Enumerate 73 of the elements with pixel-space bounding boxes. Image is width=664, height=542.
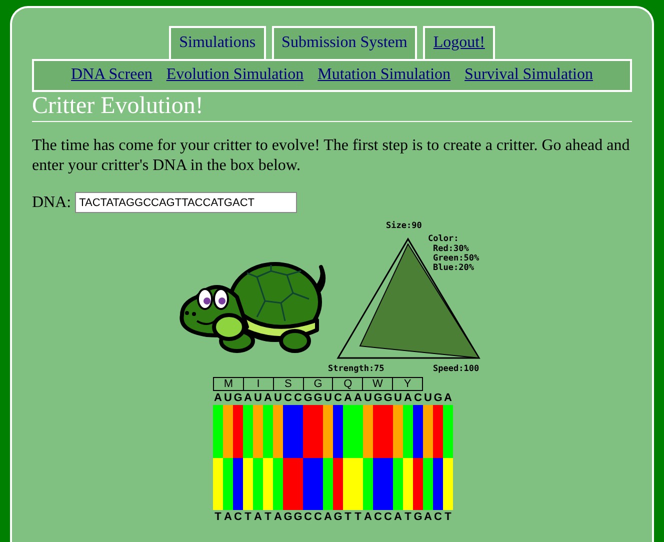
rna-base: A bbox=[343, 391, 353, 405]
rna-base: C bbox=[283, 391, 293, 405]
codon-label: W bbox=[363, 378, 394, 390]
dna-label: DNA: bbox=[32, 194, 72, 212]
rna-base: G bbox=[373, 391, 383, 405]
dna-base: C bbox=[383, 510, 393, 524]
rna-base: C bbox=[293, 391, 303, 405]
dna-base: T bbox=[214, 510, 222, 524]
subnav-link[interactable]: Survival Simulation bbox=[464, 66, 593, 84]
rna-base: G bbox=[383, 391, 393, 405]
codon-label: S bbox=[274, 378, 304, 390]
color-value: Blue:20% bbox=[433, 263, 474, 273]
rna-base: C bbox=[333, 391, 343, 405]
page-heading: Critter Evolution! bbox=[32, 92, 632, 122]
nav-tab[interactable]: Submission System bbox=[272, 26, 418, 59]
rna-base: U bbox=[393, 391, 403, 405]
dna-base: T bbox=[344, 510, 352, 524]
rna-base: U bbox=[423, 391, 433, 405]
rna-base: U bbox=[273, 391, 283, 405]
dna-base: A bbox=[253, 510, 263, 524]
dna-input-field[interactable]: TACTATAGGCCAGTTACCATGACT bbox=[75, 192, 298, 213]
rna-base: A bbox=[403, 391, 413, 405]
strength-label: Strength:75 bbox=[328, 364, 384, 373]
dna-base: G bbox=[283, 510, 293, 524]
rna-base: G bbox=[233, 391, 243, 405]
dna-base: A bbox=[393, 510, 403, 524]
rna-base: A bbox=[443, 391, 453, 405]
dna-base: T bbox=[354, 510, 362, 524]
speed-label: Speed:100 bbox=[433, 364, 480, 373]
rna-base: U bbox=[223, 391, 233, 405]
rna-base: U bbox=[253, 391, 263, 405]
codon-label: M bbox=[214, 378, 244, 390]
dna-base: A bbox=[223, 510, 233, 524]
color-value: Red:30% bbox=[433, 244, 469, 254]
logout-link[interactable]: Logout! bbox=[423, 26, 495, 59]
dna-base: C bbox=[433, 510, 443, 524]
dna-base: T bbox=[264, 510, 272, 524]
dna-base: G bbox=[333, 510, 343, 524]
rna-base: U bbox=[323, 391, 333, 405]
rna-base: A bbox=[243, 391, 253, 405]
dna-base: C bbox=[233, 510, 243, 524]
dna-base: C bbox=[303, 510, 313, 524]
dna-base: T bbox=[244, 510, 252, 524]
subnav-link[interactable]: Evolution Simulation bbox=[166, 66, 304, 84]
rna-base: G bbox=[433, 391, 443, 405]
rna-base: U bbox=[363, 391, 373, 405]
codon-label: G bbox=[304, 378, 334, 390]
dna-base: A bbox=[363, 510, 373, 524]
dna-base: T bbox=[444, 510, 452, 524]
codon-label: Q bbox=[333, 378, 364, 390]
dna-base: C bbox=[373, 510, 383, 524]
rna-base: A bbox=[263, 391, 273, 405]
subnav-link[interactable]: Mutation Simulation bbox=[318, 66, 451, 84]
codon-label: I bbox=[244, 378, 274, 390]
nav-tab[interactable]: Simulations bbox=[169, 26, 266, 59]
rna-base: C bbox=[413, 391, 423, 405]
color-value: Green:50% bbox=[433, 254, 480, 264]
codon-label: Y bbox=[402, 378, 412, 390]
color-label: Color: bbox=[428, 234, 459, 244]
dna-base: A bbox=[323, 510, 333, 524]
intro-text: The time has come for your critter to evolve! The first step is to create a critter. Go ahead and enter your critter's DNA in the box below. bbox=[32, 136, 631, 176]
rna-base: A bbox=[353, 391, 363, 405]
dna-base: T bbox=[404, 510, 412, 524]
dna-base: C bbox=[313, 510, 323, 524]
size-label: Size:90 bbox=[386, 221, 422, 231]
rna-base: G bbox=[313, 391, 323, 405]
dna-base: G bbox=[293, 510, 303, 524]
dna-base: A bbox=[273, 510, 283, 524]
dna-base: G bbox=[413, 510, 423, 524]
rna-base: A bbox=[213, 391, 223, 405]
subnav-link[interactable]: DNA Screen bbox=[71, 66, 152, 84]
rna-base: G bbox=[303, 391, 313, 405]
dna-base: A bbox=[423, 510, 433, 524]
